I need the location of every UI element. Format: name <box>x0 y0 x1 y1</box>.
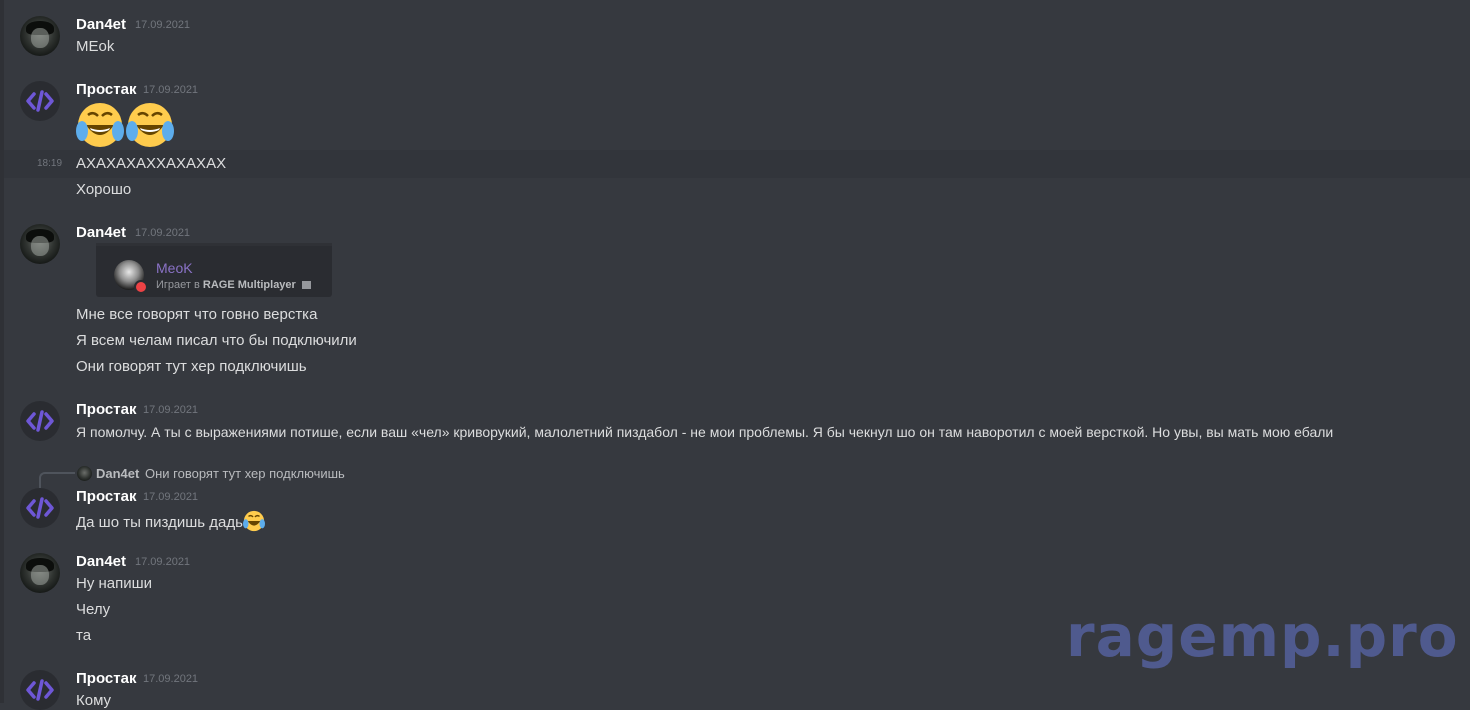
author-name[interactable]: Dan4et <box>76 553 126 570</box>
left-edge <box>0 0 4 703</box>
avatar[interactable] <box>20 224 60 264</box>
emoji-message <box>76 101 176 149</box>
message-text-content: Да шо ты пиздишь дадь <box>76 514 243 531</box>
code-icon <box>26 90 54 112</box>
message-timestamp: 17.09.2021 <box>143 673 199 685</box>
reply-author[interactable]: Dan4et <box>96 466 139 481</box>
message-text: Я всем челам писал что бы подключили <box>76 332 357 349</box>
message-text: Они говорят тут хер подключишь <box>76 358 307 375</box>
message-text: Я помолчу. А ты с выражениями потише, ес… <box>76 424 1334 440</box>
message-text: та <box>76 627 92 644</box>
message-text: АХАХАХАХХАХАХАХ <box>76 155 227 172</box>
reply-avatar[interactable] <box>77 466 92 481</box>
message-text: Хорошо <box>76 181 132 198</box>
profile-embed[interactable]: MeoK Играет в RAGE Multiplayer <box>96 246 332 297</box>
author-name[interactable]: Dan4et <box>76 16 126 33</box>
message-text: Мне все говорят что говно верстка <box>76 306 318 323</box>
activity-game: RAGE Multiplayer <box>202 279 296 291</box>
activity-prefix: Играет в <box>156 279 200 291</box>
reply-connector <box>39 472 75 488</box>
message-text: Челу <box>76 601 111 618</box>
message-text: Ну напиши <box>76 575 153 592</box>
code-icon <box>26 679 54 701</box>
message-timestamp: 17.09.2021 <box>135 19 191 31</box>
avatar[interactable] <box>20 16 60 56</box>
message-timestamp: 17.09.2021 <box>143 84 199 96</box>
message-timestamp: 17.09.2021 <box>143 491 199 503</box>
author-name[interactable]: Простак <box>76 670 136 687</box>
avatar[interactable] <box>20 553 60 593</box>
message-text: MEok <box>76 38 115 55</box>
embed-username: MeoK <box>156 260 193 276</box>
message-text: Кому <box>76 692 112 709</box>
watermark: ragemp.pro <box>1066 602 1459 670</box>
embed-activity: Играет в RAGE Multiplayer <box>156 279 311 291</box>
message-text: Да шо ты пиздишь дадь <box>76 510 265 532</box>
avatar[interactable] <box>20 81 60 121</box>
hover-timestamp: 18:19 <box>37 158 63 169</box>
author-name[interactable]: Простак <box>76 488 136 505</box>
code-icon <box>26 497 54 519</box>
message-timestamp: 17.09.2021 <box>143 404 199 416</box>
dnd-status-icon <box>134 280 148 294</box>
joy-emoji-icon <box>76 103 174 147</box>
message-timestamp: 17.09.2021 <box>135 556 191 568</box>
author-name[interactable]: Dan4et <box>76 224 126 241</box>
joy-emoji-icon <box>242 510 265 532</box>
avatar[interactable] <box>20 670 60 710</box>
avatar[interactable] <box>20 488 60 528</box>
message-timestamp: 17.09.2021 <box>135 227 191 239</box>
avatar[interactable] <box>20 401 60 441</box>
author-name[interactable]: Простак <box>76 81 136 98</box>
author-name[interactable]: Простак <box>76 401 136 418</box>
reply-preview[interactable]: Они говорят тут хер подключишь <box>145 466 345 481</box>
code-icon <box>26 410 54 432</box>
notes-icon <box>301 281 311 290</box>
